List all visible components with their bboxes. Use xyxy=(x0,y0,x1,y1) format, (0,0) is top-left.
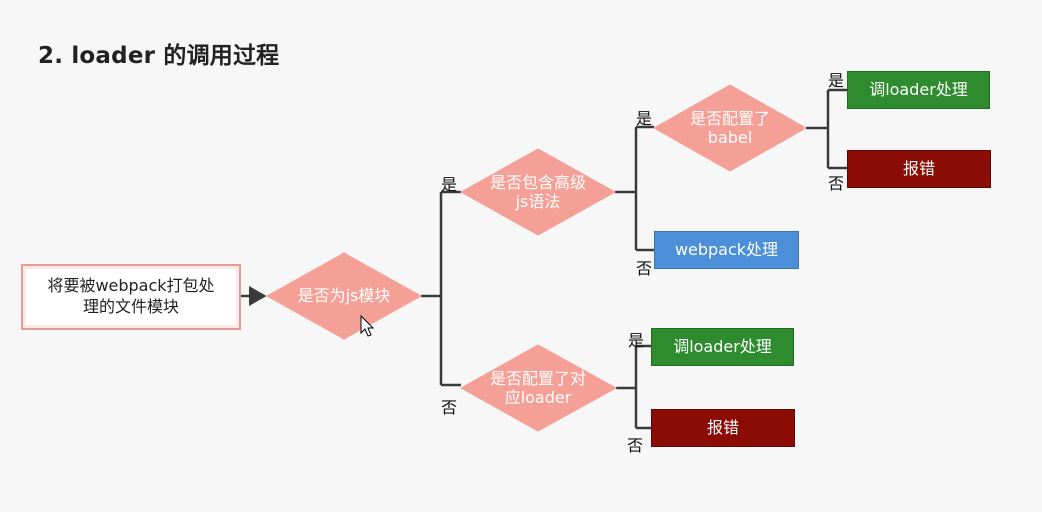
label-yes-advanced: 是 xyxy=(636,109,653,128)
outcome-babel-loader: 调loader处理 xyxy=(847,71,990,109)
label-no-is-js: 否 xyxy=(441,398,458,417)
outcome-babel-error: 报错 xyxy=(847,150,991,188)
decision-loader: 是否配置了对应loader xyxy=(489,368,586,407)
start-node: 将要被webpack打包处理的文件模块 xyxy=(21,264,241,330)
decision-is-js: 是否为js模块 xyxy=(297,286,391,306)
decision-babel: 是否配置了babel xyxy=(689,108,770,147)
decision-has-advanced: 是否包含高级js语法 xyxy=(489,172,586,211)
outcome-loader-handle: 调loader处理 xyxy=(651,328,794,366)
label-no-babel: 否 xyxy=(828,174,845,193)
outcome-webpack: webpack处理 xyxy=(654,231,799,269)
label-no-advanced: 否 xyxy=(636,259,653,278)
outcome-loader-error: 报错 xyxy=(651,409,795,447)
label-no-loader: 否 xyxy=(627,436,644,455)
label-yes-babel: 是 xyxy=(828,71,845,90)
label-yes-is-js: 是 xyxy=(441,175,458,194)
label-yes-loader: 是 xyxy=(628,331,645,350)
